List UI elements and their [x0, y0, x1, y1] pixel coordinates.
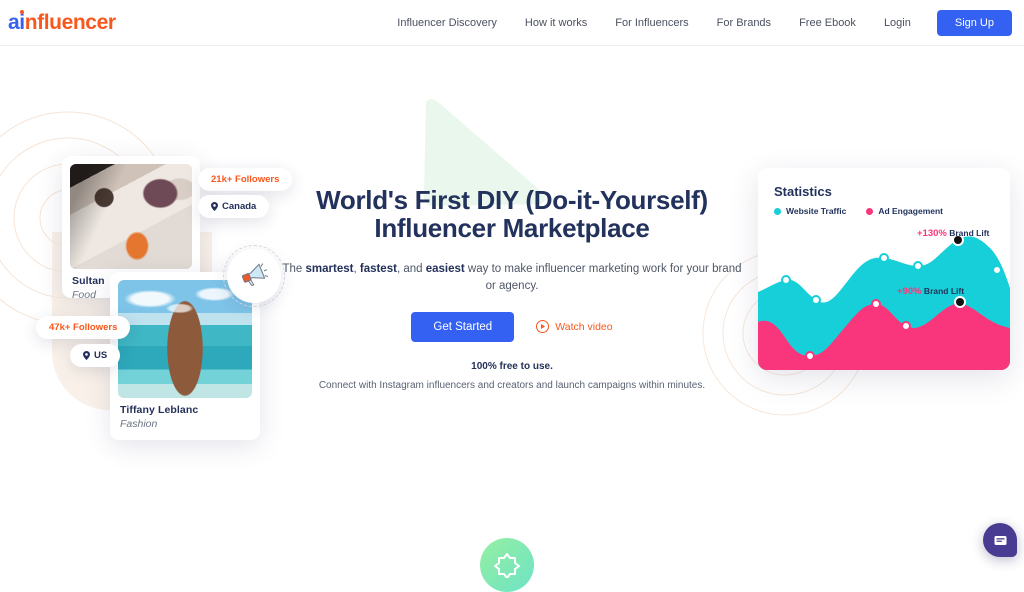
followers-badge-label: 21k+ Followers [211, 174, 280, 185]
influencer-photo [70, 164, 192, 269]
photo-food-image [70, 164, 192, 269]
annotation-label: Brand Lift [946, 228, 990, 238]
main-navigation: Influencer Discovery How it works For In… [383, 0, 1012, 46]
cta-row: Get Started Watch video [282, 311, 742, 342]
statistics-title: Statistics [774, 184, 832, 199]
annotation-percent: +130% [917, 228, 947, 239]
megaphone-decor [223, 245, 285, 307]
chat-bubble-icon [994, 535, 1006, 545]
legend-swatch-icon [866, 207, 874, 215]
chart-annotation-130: +130% Brand Lift [917, 228, 989, 239]
watch-video-label: Watch video [555, 320, 613, 333]
data-point-marker [805, 351, 815, 361]
hero-subtitle: The smartest, fastest, and easiest way t… [282, 261, 742, 294]
followers-badge: 21k+ Followers [198, 168, 293, 191]
legend-item-ad-engagement: Ad Engagement [866, 206, 943, 216]
chat-widget-button[interactable] [983, 523, 1017, 557]
influencer-meta: Tiffany Leblanc Fashion [118, 398, 252, 430]
data-point-marker [871, 299, 881, 309]
followers-badge: 47k+ Followers [36, 316, 131, 339]
nav-item-influencer-discovery[interactable]: Influencer Discovery [383, 0, 511, 46]
influencer-name: Tiffany Leblanc [120, 404, 199, 416]
watch-video-link[interactable]: Watch video [536, 320, 613, 333]
data-point-marker [781, 275, 791, 285]
map-pin-icon [83, 351, 90, 360]
location-badge: US [70, 344, 121, 367]
hero-title-line-2: Influencer Marketplace [374, 213, 650, 244]
location-badge-label: Canada [222, 201, 257, 212]
brand-logo[interactable]: ai nfluencer [8, 10, 116, 35]
location-badge: Canada [198, 195, 270, 218]
nav-item-for-brands[interactable]: For Brands [703, 0, 785, 46]
legend-label: Website Traffic [786, 206, 847, 216]
bottom-green-badge [480, 538, 534, 592]
hero-title-line-1: World's First DIY (Do-it-Yourself) [316, 185, 708, 215]
data-point-highlight [956, 298, 964, 306]
sub-bold-easiest: easiest [425, 263, 465, 276]
sign-up-button[interactable]: Sign Up [936, 10, 1012, 36]
sub-mid-2: , and [396, 263, 426, 276]
location-badge-label: US [94, 350, 108, 361]
data-point-marker [913, 261, 923, 271]
megaphone-icon [241, 263, 269, 286]
data-point-marker [901, 321, 911, 331]
nav-item-free-ebook[interactable]: Free Ebook [785, 0, 870, 46]
statistics-card: Statistics Website Traffic Ad Engagement [758, 168, 1010, 370]
annotation-label: Brand Lift [921, 286, 965, 296]
data-point-marker [811, 295, 821, 305]
legend-label: Ad Engagement [878, 206, 944, 216]
logo-letter-a: a [8, 11, 20, 34]
sub-post: way to make influencer marketing work fo… [464, 263, 742, 292]
logo-word-influencer: nfluencer [24, 11, 116, 34]
data-point-marker [879, 253, 889, 263]
legend-item-website-traffic: Website Traffic [774, 206, 846, 216]
nav-item-login[interactable]: Login [870, 0, 925, 46]
area-chart [758, 234, 1010, 370]
sub-bold-fastest: fastest [359, 263, 397, 276]
annotation-percent: +90% [897, 286, 922, 297]
followers-badge-label: 47k+ Followers [49, 322, 118, 333]
megaphone-circle [227, 249, 281, 303]
play-circle-icon [536, 320, 550, 333]
chart-annotation-90: +90% Brand Lift [897, 286, 964, 297]
get-started-button[interactable]: Get Started [411, 311, 515, 342]
connect-note: Connect with Instagram influencers and c… [318, 379, 706, 391]
page-title: World's First DIY (Do-it-Yourself) Influ… [282, 186, 742, 242]
sub-pre: The [282, 263, 306, 276]
map-pin-icon [211, 202, 218, 211]
star-badge-icon [494, 553, 520, 578]
data-point-marker [992, 265, 1002, 275]
chart-legend: Website Traffic Ad Engagement [774, 206, 943, 216]
influencer-category: Fashion [120, 418, 158, 430]
hero-section: World's First DIY (Do-it-Yourself) Influ… [282, 186, 742, 393]
free-to-use-note: 100% free to use. [471, 360, 553, 372]
logo-letter-i: i [19, 11, 25, 34]
site-header: ai nfluencer Influencer Discovery How it … [0, 0, 1024, 46]
logo-letter-i-wrap: i [19, 10, 25, 35]
sub-bold-smartest: smartest [305, 263, 354, 276]
legend-swatch-icon [774, 207, 781, 215]
nav-item-how-it-works[interactable]: How it works [511, 0, 601, 46]
nav-item-for-influencers[interactable]: For Influencers [601, 0, 702, 46]
